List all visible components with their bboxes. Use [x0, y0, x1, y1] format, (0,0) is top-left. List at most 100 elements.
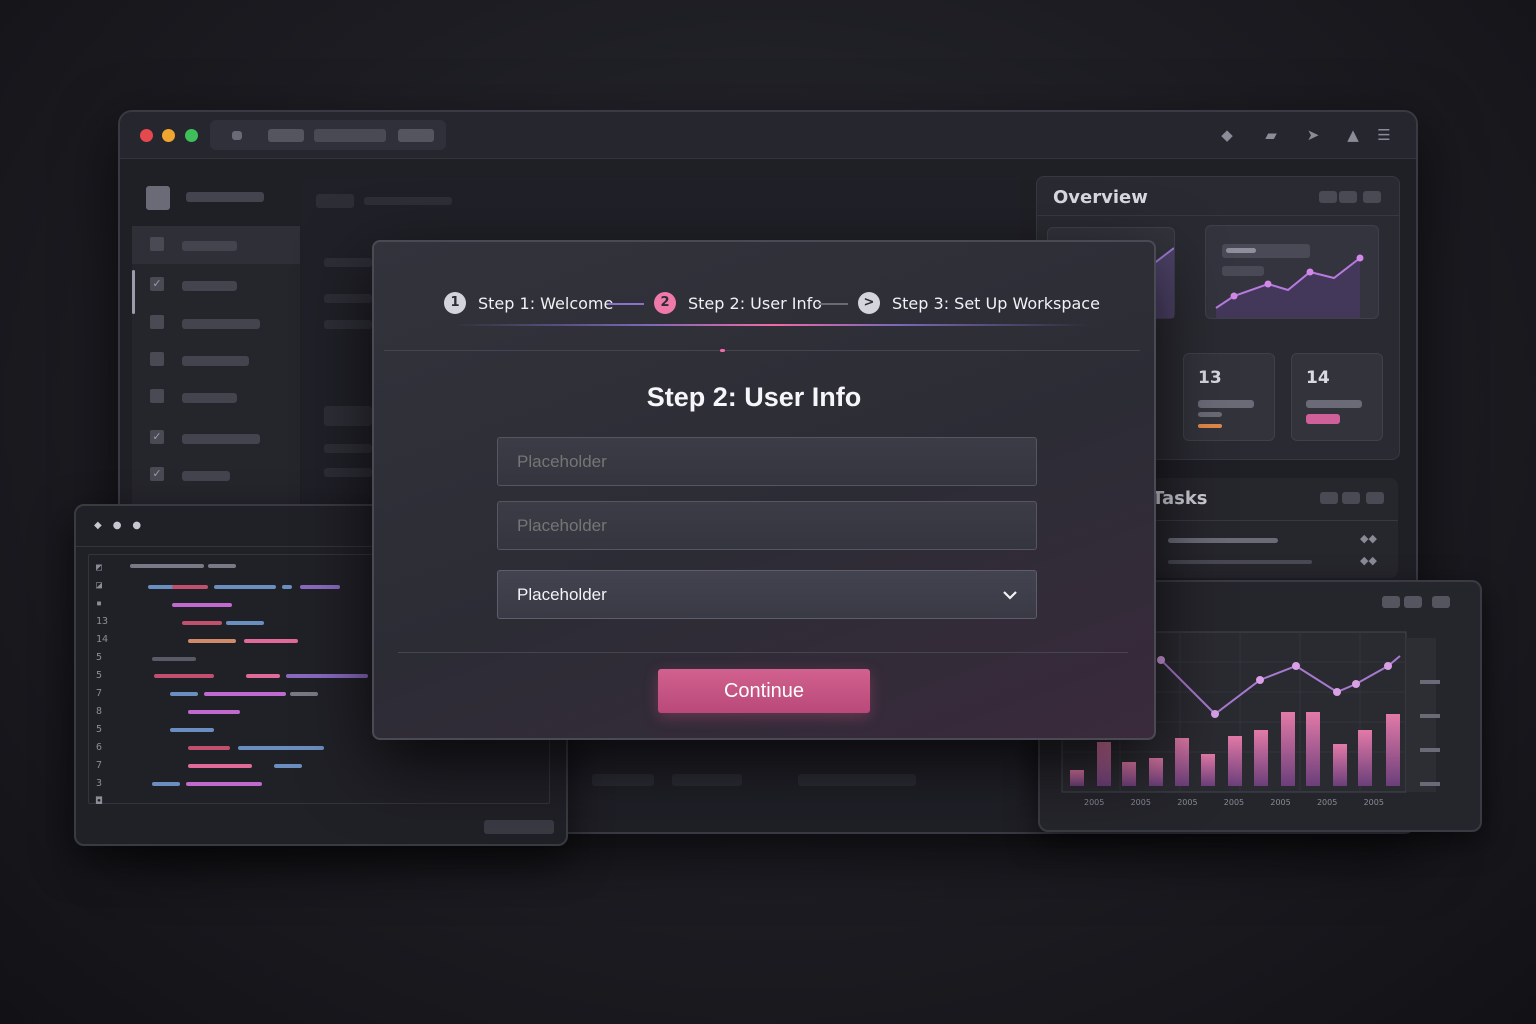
check-icon: ✓: [150, 277, 164, 291]
close-window-button[interactable]: [140, 129, 153, 142]
x-tick-label: 2005: [1270, 798, 1291, 807]
panel-button[interactable]: [1342, 492, 1360, 504]
line-number: 3: [96, 778, 103, 789]
step-connector: [818, 303, 848, 305]
checkbox-checked-icon: ✓: [150, 430, 164, 444]
select-dropdown[interactable]: Placeholder: [497, 570, 1037, 619]
minimize-window-button[interactable]: [162, 129, 175, 142]
overview-trend-card: [1205, 225, 1379, 319]
checkbox-checked-icon: ✓: [150, 467, 164, 481]
square-icon: [150, 389, 164, 403]
point: [1256, 676, 1264, 684]
panel-button[interactable]: [1339, 191, 1357, 203]
title-bar: ◆ ▰ ➤ ▲ ☰: [120, 112, 1416, 159]
panel-menu-icon[interactable]: [1366, 492, 1384, 504]
bar: [1306, 712, 1320, 786]
stat-value: 13: [1198, 368, 1222, 388]
sidebar-item[interactable]: [132, 304, 300, 342]
x-axis-labels: 2005 2005 2005 2005 2005 2005 2005: [1084, 798, 1384, 807]
chat-icon[interactable]: ▰: [1260, 126, 1282, 144]
app-name-placeholder: [186, 192, 264, 202]
task-row[interactable]: [1168, 538, 1278, 543]
panel-menu-icon[interactable]: [1363, 191, 1381, 203]
select-value: Placeholder: [517, 585, 607, 604]
sidebar-item[interactable]: [132, 341, 300, 379]
sidebar-item[interactable]: ✓: [132, 266, 300, 304]
toolbar-tabs: [210, 120, 446, 150]
text-input[interactable]: [497, 501, 1037, 550]
sidebar-item[interactable]: [132, 378, 300, 416]
bar: [1358, 730, 1372, 786]
step-welcome[interactable]: 1 Step 1: Welcome: [444, 292, 613, 314]
line-number: 5: [96, 724, 103, 735]
tab[interactable]: [398, 129, 434, 142]
point: [1157, 656, 1165, 664]
sidebar-item[interactable]: ✓: [132, 456, 300, 494]
step-label: Step 3: Set Up Workspace: [892, 293, 1100, 313]
point: [1292, 662, 1300, 670]
line-number: 5: [96, 670, 103, 681]
file-icon: ◩: [96, 562, 103, 573]
sidebar-item[interactable]: [132, 226, 300, 264]
line-number: 5: [96, 652, 103, 663]
x-tick-label: 2005: [1316, 798, 1338, 807]
line-number: 14: [96, 634, 109, 645]
step-label: Step 2: User Info: [688, 293, 823, 313]
sidebar-item[interactable]: ✓: [132, 419, 300, 457]
line-number: 7: [96, 688, 103, 699]
continue-button[interactable]: Continue: [658, 669, 870, 713]
x-tick-label: 2005: [1084, 798, 1105, 807]
step-connector: [608, 303, 644, 305]
step-set-up-workspace[interactable]: > Step 3: Set Up Workspace: [858, 292, 1100, 314]
stat-card[interactable]: 13: [1183, 353, 1275, 441]
task-row[interactable]: [1168, 560, 1312, 564]
modal-title: Step 2: User Info: [646, 382, 862, 412]
bar: [1386, 714, 1400, 786]
bar: [1281, 712, 1295, 786]
square-icon: [150, 237, 164, 251]
task-actions-icon[interactable]: ◆◆: [1360, 532, 1377, 545]
step-user-info[interactable]: 2 Step 2: User Info: [654, 292, 822, 314]
square-icon: [150, 315, 164, 329]
point: [1333, 688, 1341, 696]
line-number: 13: [96, 616, 109, 627]
bar: [1201, 754, 1215, 786]
menu-icon[interactable]: ☰: [1373, 126, 1395, 144]
bar: [1175, 738, 1189, 786]
user-icon[interactable]: ▲: [1342, 126, 1364, 144]
status-bar-button[interactable]: [484, 820, 554, 834]
tab[interactable]: [314, 129, 386, 142]
maximize-window-button[interactable]: [185, 129, 198, 142]
share-icon[interactable]: ➤: [1302, 126, 1324, 144]
shapes-icon[interactable]: ◆: [1216, 126, 1238, 144]
onboarding-modal: 1 Step 1: Welcome 2 Step 2: User Info > …: [372, 240, 1156, 740]
line-number: 7: [96, 760, 103, 771]
step-number: 1: [444, 292, 466, 314]
divider: [398, 652, 1128, 653]
bar: [1333, 744, 1347, 786]
text-input[interactable]: [497, 437, 1037, 486]
step-number: >: [858, 292, 880, 314]
window-controls[interactable]: ◆●●: [94, 520, 152, 531]
tasks-panel: Tasks ◆◆ ◆◆: [1150, 478, 1398, 578]
tab[interactable]: [268, 129, 304, 142]
point: [1384, 662, 1392, 670]
x-tick-label: 2005: [1130, 798, 1151, 807]
bar: [1097, 742, 1111, 786]
panel-button[interactable]: [1320, 492, 1338, 504]
panel-button[interactable]: [1319, 191, 1337, 203]
sidebar-active-indicator: [132, 270, 135, 314]
line-number: 6: [96, 742, 103, 753]
step-label: Step 1: Welcome: [478, 293, 614, 313]
bar: [1122, 762, 1136, 786]
tab-icon[interactable]: [232, 131, 242, 140]
bar: [1254, 730, 1268, 786]
bar: [1149, 758, 1163, 786]
x-tick-label: 2005: [1223, 798, 1245, 807]
file-icon: ▪: [96, 598, 103, 609]
stat-card[interactable]: 14: [1291, 353, 1383, 441]
tasks-title: Tasks: [1152, 488, 1208, 509]
point: [1211, 710, 1219, 718]
task-actions-icon[interactable]: ◆◆: [1360, 554, 1377, 567]
bar: [1228, 736, 1242, 786]
